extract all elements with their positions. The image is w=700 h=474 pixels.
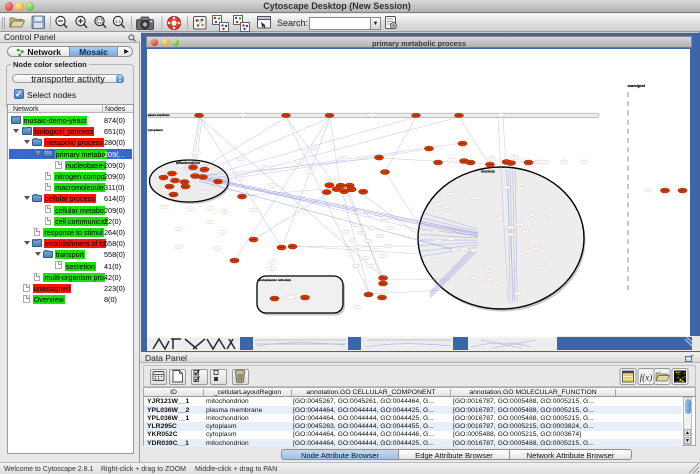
svg-text:endoplasmic reticulum: endoplasmic reticulum <box>259 278 292 282</box>
svg-text:f(x): f(x) <box>640 373 653 383</box>
svg-text:cytoplasm: cytoplasm <box>148 128 164 132</box>
svg-text:plasma membrane: plasma membrane <box>148 114 171 117</box>
svg-text:unassigned: unassigned <box>628 84 646 88</box>
svg-text:nucleus: nucleus <box>481 170 495 174</box>
svg-text:1:1: 1:1 <box>115 19 122 24</box>
